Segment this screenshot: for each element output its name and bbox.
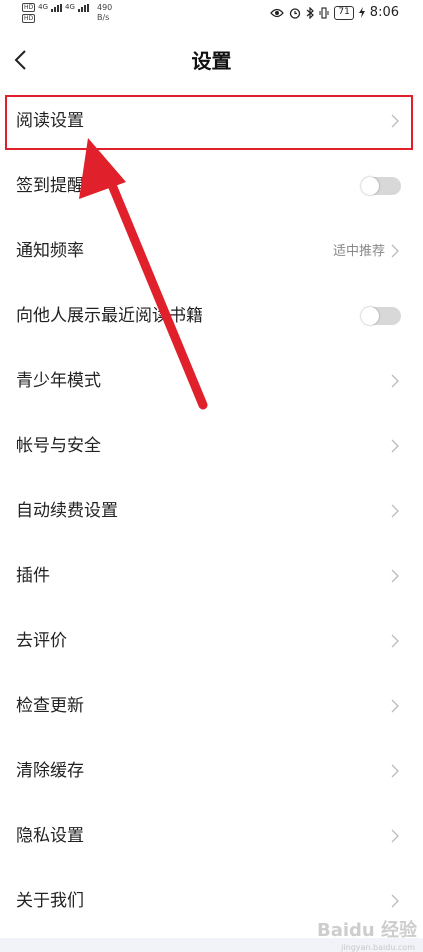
signal-indicators: HD 4G 4G HD — [22, 2, 89, 24]
setting-label: 向他人展示最近阅读书籍 — [16, 306, 203, 326]
setting-label: 帐号与安全 — [16, 436, 101, 456]
clock-time: 8:06 — [369, 5, 399, 20]
checkin-reminder-toggle[interactable] — [361, 177, 401, 195]
chevron-right-icon — [391, 439, 399, 453]
page-title: 设置 — [191, 49, 232, 73]
charging-icon — [358, 7, 365, 18]
bluetooth-icon — [306, 6, 315, 19]
network-type-1: 4G — [38, 3, 49, 11]
setting-clear-cache[interactable]: 清除缓存 — [0, 739, 423, 804]
network-type-2: 4G — [65, 3, 75, 11]
chevron-right-icon — [391, 569, 399, 583]
status-bar: HD 4G 4G HD 490 B/s 71 8:06 — [0, 0, 423, 30]
hd-icon: HD — [22, 14, 36, 23]
page-header: 设置 — [0, 30, 423, 94]
network-speed: 490 B/s — [97, 3, 112, 23]
setting-teen-mode[interactable]: 青少年模式 — [0, 349, 423, 414]
signal-bars-icon — [77, 3, 89, 12]
chevron-right-icon — [391, 634, 399, 648]
signal-bars-icon — [51, 3, 63, 12]
chevron-right-icon — [391, 764, 399, 778]
setting-account-security[interactable]: 帐号与安全 — [0, 414, 423, 479]
setting-label: 自动续费设置 — [16, 501, 118, 521]
chevron-right-icon — [391, 374, 399, 388]
chevron-right-icon — [391, 894, 399, 908]
setting-label: 关于我们 — [16, 891, 84, 911]
setting-rate-app[interactable]: 去评价 — [0, 609, 423, 674]
setting-show-recent-reading[interactable]: 向他人展示最近阅读书籍 — [0, 284, 423, 349]
setting-label: 通知频率 — [16, 241, 84, 261]
watermark-url: jingyan.baidu.com — [341, 943, 415, 952]
setting-label: 插件 — [16, 566, 50, 586]
toggle-knob — [361, 177, 379, 195]
alarm-icon — [290, 7, 301, 19]
network-speed-value: 490 — [97, 3, 113, 12]
annotation-highlight-box — [5, 95, 413, 150]
setting-checkin-reminder[interactable]: 签到提醒 — [0, 154, 423, 219]
hd-icon: HD — [22, 3, 36, 12]
watermark-logo: Baidu 经验 — [316, 920, 417, 941]
system-indicators: 71 8:06 — [270, 5, 399, 20]
setting-privacy[interactable]: 隐私设置 — [0, 804, 423, 869]
chevron-right-icon — [391, 829, 399, 843]
setting-label: 青少年模式 — [16, 371, 101, 391]
setting-check-update[interactable]: 检查更新 — [0, 674, 423, 739]
setting-plugins[interactable]: 插件 — [0, 544, 423, 609]
setting-label: 检查更新 — [16, 696, 84, 716]
setting-label: 签到提醒 — [16, 176, 84, 196]
setting-auto-renewal[interactable]: 自动续费设置 — [0, 479, 423, 544]
eye-icon — [270, 8, 285, 17]
setting-label: 隐私设置 — [16, 826, 84, 846]
settings-list: 阅读设置 签到提醒 通知频率 适中推荐 向他人展示最近阅读书籍 青少年模式 帐号… — [0, 89, 423, 934]
battery-level: 71 — [334, 5, 354, 20]
chevron-right-icon — [391, 504, 399, 518]
setting-value: 适中推荐 — [332, 244, 385, 259]
show-recent-reading-toggle[interactable] — [361, 307, 401, 325]
network-speed-unit: B/s — [97, 13, 110, 22]
setting-notification-frequency[interactable]: 通知频率 适中推荐 — [0, 219, 423, 284]
chevron-right-icon — [391, 699, 399, 713]
setting-label: 去评价 — [16, 631, 67, 651]
toggle-knob — [361, 307, 379, 325]
setting-label: 清除缓存 — [16, 761, 84, 781]
chevron-right-icon — [391, 244, 399, 258]
vibrate-icon — [319, 6, 329, 19]
